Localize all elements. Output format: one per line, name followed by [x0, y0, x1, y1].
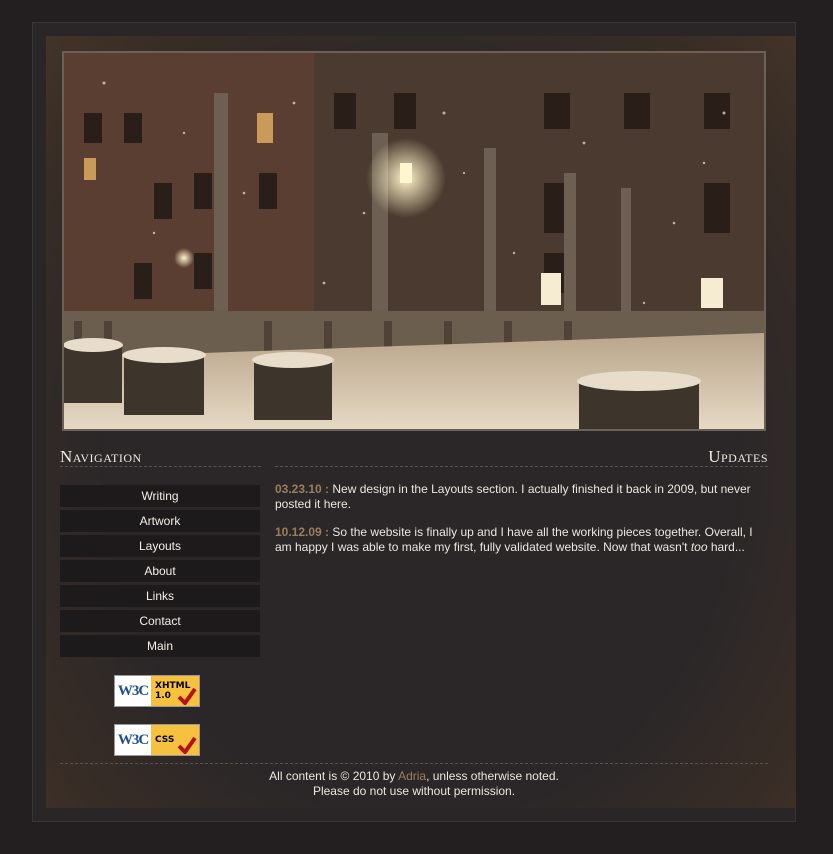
- w3c-logo: W3C: [115, 725, 151, 755]
- update-text: So the website is finally up and I have …: [275, 525, 753, 554]
- nav-divider: [60, 466, 261, 467]
- update-text-end: hard...: [707, 540, 745, 554]
- updates-heading: Updates: [708, 447, 768, 466]
- updates-divider: [275, 466, 768, 467]
- update-entry: 10.12.09 : So the website is finally up …: [275, 525, 769, 555]
- update-emphasis: too: [690, 540, 708, 554]
- permission-notice: Please do not use without permission.: [312, 784, 516, 798]
- w3c-logo: W3C: [115, 676, 151, 706]
- copyright-line: All content is © 2010 by Adria, unless o…: [60, 769, 768, 784]
- nav-item-main[interactable]: Main: [60, 635, 260, 657]
- checkmark-icon: [177, 736, 197, 754]
- nav-item-links[interactable]: Links: [60, 585, 260, 607]
- nav-item-about[interactable]: About: [60, 560, 260, 582]
- nav-item-layouts[interactable]: Layouts: [60, 535, 260, 557]
- checkmark-icon: [177, 687, 197, 705]
- navigation-menu: Writing Artwork Layouts About Links Cont…: [60, 485, 260, 660]
- copyright-text: All content is © 2010 by: [269, 769, 399, 783]
- w3c-css-badge[interactable]: W3C CSS: [114, 724, 200, 756]
- nav-item-writing[interactable]: Writing: [60, 485, 260, 507]
- w3c-xhtml-badge[interactable]: W3C XHTML 1.0: [114, 675, 200, 707]
- update-date: 10.12.09 :: [275, 525, 330, 539]
- footer-divider: [60, 763, 768, 764]
- nav-item-artwork[interactable]: Artwork: [60, 510, 260, 532]
- navigation-heading: Navigation: [60, 447, 142, 466]
- nav-item-contact[interactable]: Contact: [60, 610, 260, 632]
- update-text: New design in the Layouts section. I act…: [275, 482, 751, 511]
- update-date: 03.23.10 :: [275, 482, 330, 496]
- header-photo: [62, 51, 766, 431]
- updates-list: 03.23.10 : New design in the Layouts sec…: [275, 482, 769, 568]
- update-entry: 03.23.10 : New design in the Layouts sec…: [275, 482, 769, 512]
- author-link[interactable]: Adria: [398, 769, 426, 783]
- footer: All content is © 2010 by Adria, unless o…: [60, 769, 768, 799]
- copyright-suffix: , unless otherwise noted.: [426, 769, 559, 783]
